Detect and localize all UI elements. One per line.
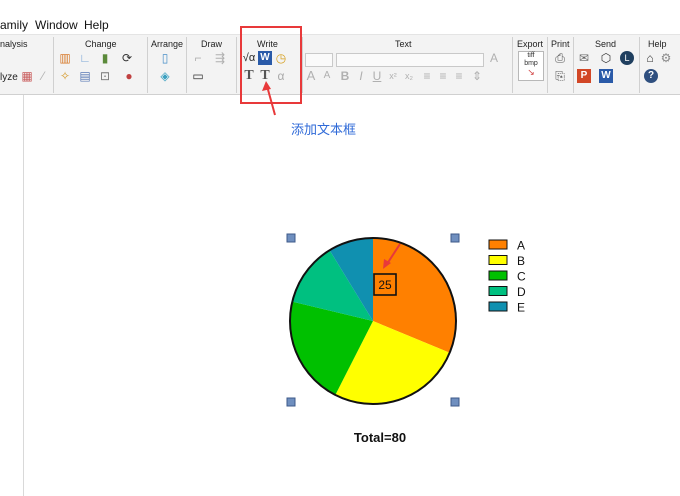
selection-handle-top-left[interactable] — [286, 233, 296, 243]
callout-arrow-line — [266, 85, 276, 116]
chart-legend[interactable]: ABCDE — [488, 239, 526, 315]
legend-swatch-e[interactable] — [488, 301, 508, 312]
legend-label-d: D — [517, 285, 526, 299]
total-label: Total=80 — [354, 430, 406, 445]
legend-label-c: C — [517, 270, 526, 284]
selection-handle-bottom-left[interactable] — [286, 397, 296, 407]
pie-chart[interactable] — [289, 237, 457, 405]
legend-label-e: E — [517, 301, 525, 315]
value-textbox-label: 25 — [378, 278, 392, 292]
legend-label-a: A — [517, 239, 525, 253]
callout-text: 添加文本框 — [291, 122, 357, 137]
selection-handle-top-right[interactable] — [450, 233, 460, 243]
legend-swatch-a[interactable] — [488, 239, 508, 250]
graph-overlay: 25 ABCDE Total=80 — [262, 81, 526, 445]
legend-label-b: B — [517, 254, 525, 268]
selection-handle-bottom-right[interactable] — [450, 397, 460, 407]
legend-swatch-c[interactable] — [488, 270, 508, 281]
legend-swatch-d[interactable] — [488, 286, 508, 296]
legend-swatch-b[interactable] — [488, 255, 508, 265]
callout-arrow-head — [262, 81, 271, 91]
